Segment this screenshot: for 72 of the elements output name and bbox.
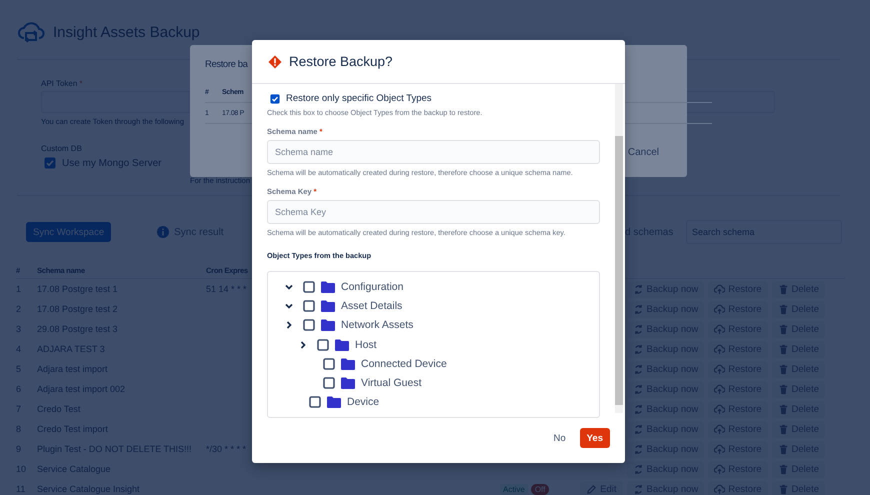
tree-item-label[interactable]: Host — [355, 338, 377, 351]
cloud-upload-icon — [714, 324, 726, 334]
yes-button[interactable]: Yes — [580, 428, 610, 448]
trash-icon — [778, 464, 789, 474]
chevron-down-icon[interactable] — [285, 302, 293, 310]
trash-icon — [778, 304, 789, 314]
checkbox[interactable] — [323, 358, 335, 370]
sync-icon — [632, 424, 644, 434]
no-button[interactable]: No — [549, 432, 570, 444]
trash-icon — [778, 284, 789, 294]
cloud-upload-icon — [714, 364, 726, 374]
scrollbar[interactable] — [615, 84, 623, 413]
tree-item-label[interactable]: Network Assets — [341, 319, 414, 332]
dialog-title: Restore ba — [205, 59, 248, 70]
sync-icon — [632, 484, 644, 494]
sync-icon — [632, 404, 644, 414]
folder-icon — [341, 358, 355, 370]
cloud-upload-icon — [714, 444, 726, 454]
sync-icon — [632, 304, 644, 314]
cloud-upload-icon — [714, 484, 726, 494]
tree-item-label[interactable]: Connected Device — [361, 358, 447, 370]
cloud-upload-icon — [714, 284, 726, 294]
trash-icon — [778, 404, 789, 414]
trash-icon — [778, 324, 789, 334]
cloud-upload-icon — [714, 424, 726, 434]
cloud-upload-icon — [714, 344, 726, 354]
trash-icon — [778, 384, 789, 394]
folder-icon — [321, 280, 335, 293]
checkbox[interactable] — [270, 94, 280, 104]
folder-icon — [321, 319, 335, 332]
checkbox-label: Restore only specific Object Types — [286, 93, 432, 104]
chevron-right-icon[interactable] — [285, 321, 293, 330]
checkbox[interactable] — [303, 319, 315, 332]
cloud-upload-icon — [714, 304, 726, 314]
cloud-upload-icon — [714, 404, 726, 414]
trash-icon — [778, 424, 789, 434]
pencil-icon — [586, 484, 598, 494]
tree-item-label[interactable]: Configuration — [341, 280, 404, 293]
tree-item-label[interactable]: Asset Details — [341, 300, 402, 312]
checkbox[interactable] — [303, 300, 315, 312]
trash-icon — [778, 344, 789, 354]
checkbox[interactable] — [317, 338, 329, 351]
trash-icon — [778, 444, 789, 454]
sync-icon — [632, 344, 644, 354]
dialog-title: Restore Backup? — [289, 54, 393, 69]
checkbox[interactable] — [309, 396, 321, 408]
info-icon — [157, 226, 170, 238]
checkbox[interactable] — [303, 280, 315, 293]
sync-icon — [632, 444, 644, 454]
folder-icon — [341, 377, 355, 390]
folder-icon — [321, 300, 335, 312]
tree-item-label[interactable]: Virtual Guest — [361, 377, 422, 390]
checkbox[interactable] — [323, 377, 335, 390]
trash-icon — [778, 364, 789, 374]
cloud-upload-icon — [714, 464, 726, 474]
sync-icon — [632, 384, 644, 394]
text-field[interactable]: Schema name — [267, 140, 600, 164]
chevron-right-icon[interactable] — [299, 340, 307, 349]
cloud-upload-icon — [714, 384, 726, 394]
checkbox[interactable] — [44, 157, 56, 169]
warning-icon — [268, 54, 282, 68]
cancel-button[interactable]: Cancel — [622, 146, 665, 159]
sync-icon — [632, 284, 644, 294]
sync-icon — [632, 464, 644, 474]
tree-item-label[interactable]: Device — [347, 396, 380, 408]
folder-icon — [327, 396, 341, 408]
text-field[interactable]: Schema Key — [267, 200, 600, 224]
trash-icon — [778, 484, 789, 494]
chevron-down-icon[interactable] — [285, 282, 293, 291]
folder-icon — [335, 338, 349, 351]
sync-icon — [632, 324, 644, 334]
sync-icon — [632, 364, 644, 374]
